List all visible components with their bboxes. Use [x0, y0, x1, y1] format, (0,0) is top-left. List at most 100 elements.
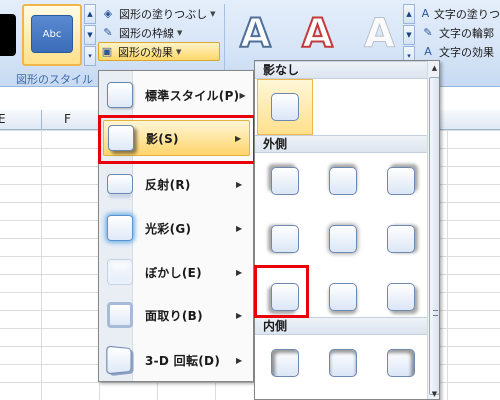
wordart-style-blue[interactable]: A: [239, 10, 272, 58]
effect-preview-default-icon: [107, 82, 133, 108]
wordart-gallery-scroll: ▲ ▼ ▾: [403, 4, 415, 66]
shadow-preview-icon: [387, 283, 415, 311]
scrollbar-thumb[interactable]: [429, 77, 439, 395]
shadow-option-outer[interactable]: [257, 153, 313, 209]
text-effects-button[interactable]: A 文字の効果: [420, 42, 500, 61]
scrollbar-grip-icon: [433, 310, 438, 316]
gallery-section-heading: 影なし: [255, 61, 427, 79]
submenu-arrow-icon: ▶: [239, 90, 246, 100]
scroll-up-icon[interactable]: ▲: [428, 61, 439, 75]
shadow-option-outer[interactable]: [315, 153, 371, 209]
shape-effects-label: 図形の効果: [118, 45, 173, 59]
shadow-gallery-panel: 影なし外側内側 ▲ ▼: [254, 60, 440, 400]
effects-menu-item-label: 影(S): [146, 131, 179, 146]
effects-menu-item-soft[interactable]: ぼかし(E) ▶: [103, 254, 250, 290]
gallery-more-button[interactable]: ▾: [84, 46, 96, 66]
text-effects-icon: A: [424, 45, 432, 58]
chevron-down-icon: ▼: [177, 28, 183, 37]
shadow-preview-icon: [271, 283, 299, 311]
shadow-preview-icon: [271, 349, 299, 377]
shape-effects-icon: ▣: [101, 45, 113, 58]
gallery-down-button[interactable]: ▼: [84, 25, 96, 45]
submenu-arrow-icon: ▶: [236, 310, 243, 320]
wordart-style-red[interactable]: A: [301, 10, 334, 58]
paint-bucket-icon: ◈: [103, 7, 113, 20]
shadow-preview-icon: [271, 93, 299, 121]
effects-menu-item-shadow[interactable]: 影(S) ▶: [103, 120, 250, 156]
chevron-down-icon: ▼: [210, 9, 216, 18]
text-outline-label: 文字の輪郭: [439, 26, 494, 40]
text-fill-label: 文字の塗りつ: [433, 7, 500, 21]
gallery-up-button[interactable]: ▲: [84, 4, 96, 24]
scroll-down-icon[interactable]: ▼: [428, 387, 439, 399]
effects-menu-item-label: 3-D 回転(D): [145, 353, 221, 368]
shadow-option-none[interactable]: [257, 79, 313, 135]
shape-effects-menu: 標準スタイル(P) ▶ 影(S) ▶ 反射(R) ▶ 光彩(G) ▶ ぼかし(E) ▶ 面取り(B)…: [98, 70, 254, 382]
style-swatch-blue: Abc: [31, 15, 73, 53]
submenu-arrow-icon: ▶: [236, 223, 243, 233]
shadow-option-inner[interactable]: [257, 335, 313, 391]
shadow-preview-icon: [329, 283, 357, 311]
effects-menu-item-label: ぼかし(E): [145, 265, 202, 280]
shadow-option-outer[interactable]: [315, 211, 371, 267]
text-fill-button[interactable]: A 文字の塗りつ: [420, 4, 500, 23]
shape-fill-label: 図形の塗りつぶし: [119, 7, 208, 21]
shadow-preview-icon: [271, 167, 299, 195]
shadow-option-inner[interactable]: [315, 335, 371, 391]
text-outline-icon: ✎: [423, 26, 433, 39]
shadow-preview-icon: [387, 225, 415, 253]
wordart-styles-gallery: A A A: [230, 4, 420, 66]
column-header-f[interactable]: F: [64, 112, 71, 126]
submenu-arrow-icon: ▶: [236, 179, 243, 189]
text-commands: A 文字の塗りつ ✎ 文字の輪郭 A 文字の効果: [420, 4, 500, 61]
effect-preview-shadow-icon: [108, 125, 134, 151]
text-effects-label: 文字の効果: [439, 45, 494, 59]
column-header-e[interactable]: E: [0, 112, 6, 126]
shape-outline-button[interactable]: ✎ 図形の枠線 ▼: [100, 23, 220, 42]
shadow-preview-icon: [329, 349, 357, 377]
text-fill-icon: A: [421, 7, 430, 20]
submenu-arrow-icon: ▶: [236, 267, 243, 277]
effects-menu-item-label: 標準スタイル(P): [145, 88, 240, 103]
effects-menu-item-default[interactable]: 標準スタイル(P) ▶: [103, 77, 250, 113]
style-swatch-selected-frame[interactable]: Abc: [22, 4, 82, 66]
effect-preview-3d-icon: [106, 345, 132, 375]
effects-menu-item-glow[interactable]: 光彩(G) ▶: [103, 210, 250, 246]
text-outline-button[interactable]: ✎ 文字の輪郭: [420, 23, 500, 42]
effects-menu-item-bevel[interactable]: 面取り(B) ▶: [103, 297, 250, 333]
shape-fill-button[interactable]: ◈ 図形の塗りつぶし ▼: [100, 4, 220, 23]
effects-menu-item-reflect[interactable]: 反射(R) ▶: [103, 166, 250, 202]
shadow-preview-icon: [387, 349, 415, 377]
shadow-option-outer[interactable]: [373, 153, 429, 209]
shadow-preview-icon: [329, 167, 357, 195]
effect-preview-glow-icon: [107, 215, 133, 241]
shadow-option-outer[interactable]: [373, 211, 429, 267]
effects-menu-item-label: 面取り(B): [145, 308, 203, 323]
shadow-option-inner[interactable]: [373, 335, 429, 391]
gallery-down-button[interactable]: ▼: [403, 25, 415, 45]
effects-menu-item-3d[interactable]: 3-D 回転(D) ▶: [103, 342, 250, 378]
gallery-scrollbar[interactable]: ▲ ▼: [427, 61, 439, 399]
shape-commands: ◈ 図形の塗りつぶし ▼ ✎ 図形の枠線 ▼ ▣ 図形の効果 ▼: [98, 4, 220, 61]
gallery-section-heading: 内側: [255, 317, 427, 335]
shadow-option-outer[interactable]: [257, 211, 313, 267]
styles-gallery-scroll: ▲ ▼ ▾: [84, 4, 96, 66]
column-divider[interactable]: [41, 110, 42, 130]
gallery-section-heading: 外側: [255, 135, 427, 153]
submenu-arrow-icon: ▶: [236, 355, 243, 365]
pencil-outline-icon: ✎: [103, 26, 113, 39]
shape-effects-button[interactable]: ▣ 図形の効果 ▼: [98, 42, 220, 61]
effect-preview-soft-icon: [107, 259, 133, 285]
style-swatch-black[interactable]: [0, 14, 16, 56]
submenu-arrow-icon: ▶: [235, 133, 242, 143]
gallery-up-button[interactable]: ▲: [403, 4, 415, 24]
shape-outline-label: 図形の枠線: [119, 26, 174, 40]
effects-menu-item-label: 反射(R): [145, 177, 191, 192]
wordart-style-silver[interactable]: A: [364, 10, 396, 58]
effect-preview-bevel-icon: [107, 302, 133, 328]
effects-menu-item-label: 光彩(G): [145, 221, 192, 236]
effect-preview-reflect-icon: [107, 174, 133, 194]
chevron-down-icon: ▼: [176, 47, 182, 56]
shadow-preview-icon: [329, 225, 357, 253]
shadow-preview-icon: [387, 167, 415, 195]
